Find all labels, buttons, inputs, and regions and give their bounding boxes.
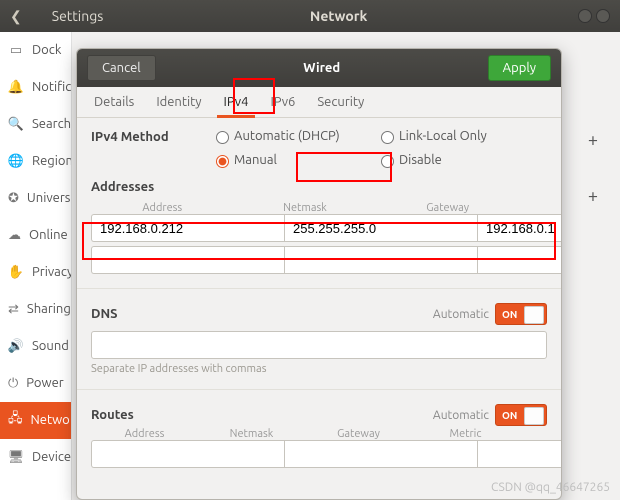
search-icon: 🔍 xyxy=(8,116,24,132)
address-row-empty: ✕ xyxy=(91,246,547,274)
col-gateway: Gateway xyxy=(305,428,412,440)
apply-button[interactable]: Apply xyxy=(488,55,551,81)
sidebar-item-label: Privacy xyxy=(32,265,72,279)
route-address-input[interactable] xyxy=(91,440,284,468)
netmask-input[interactable] xyxy=(284,214,477,242)
radio-manual[interactable]: Manual xyxy=(211,152,376,168)
sidebar-item-sound[interactable]: 🔊 Sound xyxy=(0,328,71,365)
dock-icon: ▭ xyxy=(8,42,24,58)
sidebar-item-hand[interactable]: ✋ Privacy xyxy=(0,254,71,291)
tab-details[interactable]: Details xyxy=(83,87,145,117)
tab-ipv4[interactable]: IPv4 xyxy=(213,87,260,117)
dialog-title: Wired xyxy=(156,61,488,75)
netmask-input[interactable] xyxy=(284,246,477,274)
sidebar-item-search[interactable]: 🔍 Search xyxy=(0,106,71,143)
col-address: Address xyxy=(91,202,234,214)
sidebar-item-label: Netwo xyxy=(31,413,70,427)
sidebar-item-label: Dock xyxy=(32,43,61,57)
add-icon[interactable]: + xyxy=(588,186,598,206)
sidebar-item-devices[interactable]: 🖥 Devices xyxy=(0,439,71,476)
tab-ipv6[interactable]: IPv6 xyxy=(259,87,306,117)
dialog-tabs: DetailsIdentityIPv4IPv6Security xyxy=(77,87,561,118)
sidebar-item-label: Power xyxy=(26,376,63,390)
sidebar-item-access[interactable]: ✪ Univers xyxy=(0,180,71,217)
radio-automatic[interactable]: Automatic (DHCP) xyxy=(211,128,376,144)
settings-panel-title: Network xyxy=(103,8,574,24)
gateway-input[interactable] xyxy=(477,214,561,242)
dns-automatic-toggle[interactable]: ON xyxy=(495,303,547,325)
access-icon: ✪ xyxy=(8,190,19,206)
route-netmask-input[interactable] xyxy=(284,440,477,468)
cancel-button[interactable]: Cancel xyxy=(87,55,156,81)
col-netmask: Netmask xyxy=(198,428,305,440)
globe-icon: 🌐 xyxy=(8,153,24,169)
sidebar-item-bell[interactable]: 🔔 Notific xyxy=(0,69,71,106)
settings-title: Settings xyxy=(52,8,104,24)
back-icon[interactable]: ❮ xyxy=(10,8,22,25)
automatic-label: Automatic xyxy=(433,308,489,321)
routes-label: Routes xyxy=(91,408,134,422)
sidebar-item-label: Region xyxy=(32,154,72,168)
tab-identity[interactable]: Identity xyxy=(145,87,212,117)
settings-sidebar: ▭ Dock 🔔 Notific 🔍 Search 🌐 Region ✪ Univers ☁ Onli… xyxy=(0,32,72,500)
share-icon: ⇄ xyxy=(8,301,19,317)
automatic-label: Automatic xyxy=(433,409,489,422)
sidebar-item-power[interactable]: ⏻ Power xyxy=(0,365,71,402)
window-close-icon[interactable] xyxy=(596,9,610,23)
addresses-label: Addresses xyxy=(91,180,547,194)
tab-security[interactable]: Security xyxy=(306,87,375,117)
sidebar-item-label: Sound xyxy=(32,339,69,353)
route-row: ✕ xyxy=(91,440,547,468)
window-min-icon[interactable] xyxy=(578,9,592,23)
network-icon: 🖧 xyxy=(8,412,23,428)
dialog-body: IPv4 Method Automatic (DHCP) Link-Local … xyxy=(77,118,561,499)
watermark: CSDN @qq_46647265 xyxy=(491,481,610,494)
address-input[interactable] xyxy=(91,214,284,242)
sidebar-item-label: Online xyxy=(29,228,68,242)
radio-disable[interactable]: Disable xyxy=(376,152,536,168)
ipv4-method-label: IPv4 Method xyxy=(91,130,211,144)
routes-automatic-toggle[interactable]: ON xyxy=(495,404,547,426)
gateway-input[interactable] xyxy=(477,246,561,274)
network-add-buttons: + + xyxy=(588,130,598,206)
dialog-header: Cancel Wired Apply xyxy=(77,49,561,87)
sidebar-item-cloud[interactable]: ☁ Online xyxy=(0,217,71,254)
sidebar-item-label: Univers xyxy=(27,191,71,205)
col-gateway: Gateway xyxy=(376,202,519,214)
cloud-icon: ☁ xyxy=(8,227,21,243)
address-input[interactable] xyxy=(91,246,284,274)
sidebar-item-network[interactable]: 🖧 Netwo xyxy=(0,402,71,439)
devices-icon: 🖥 xyxy=(8,449,24,465)
add-icon[interactable]: + xyxy=(588,130,598,150)
col-address: Address xyxy=(91,428,198,440)
radio-linklocal[interactable]: Link-Local Only xyxy=(376,128,536,144)
sidebar-item-label: Devices xyxy=(32,450,72,464)
route-gateway-input[interactable] xyxy=(477,440,561,468)
col-netmask: Netmask xyxy=(234,202,377,214)
sidebar-item-label: Search xyxy=(32,117,71,131)
connection-editor-dialog: Cancel Wired Apply DetailsIdentityIPv4IP… xyxy=(76,48,562,500)
sidebar-item-dock[interactable]: ▭ Dock xyxy=(0,32,71,69)
sidebar-item-share[interactable]: ⇄ Sharing xyxy=(0,291,71,328)
sidebar-item-label: Notific xyxy=(32,80,71,94)
bell-icon: 🔔 xyxy=(8,79,24,95)
power-icon: ⏻ xyxy=(8,375,18,391)
dns-label: DNS xyxy=(91,307,118,321)
sidebar-item-globe[interactable]: 🌐 Region xyxy=(0,143,71,180)
settings-titlebar: ❮ Settings Network xyxy=(0,0,620,32)
address-row: ✕ xyxy=(91,214,547,242)
sound-icon: 🔊 xyxy=(8,338,24,354)
hand-icon: ✋ xyxy=(8,264,24,280)
sidebar-item-label: Sharing xyxy=(27,302,71,316)
dns-input[interactable] xyxy=(91,331,547,359)
dns-hint: Separate IP addresses with commas xyxy=(91,363,547,375)
col-metric: Metric xyxy=(412,428,519,440)
